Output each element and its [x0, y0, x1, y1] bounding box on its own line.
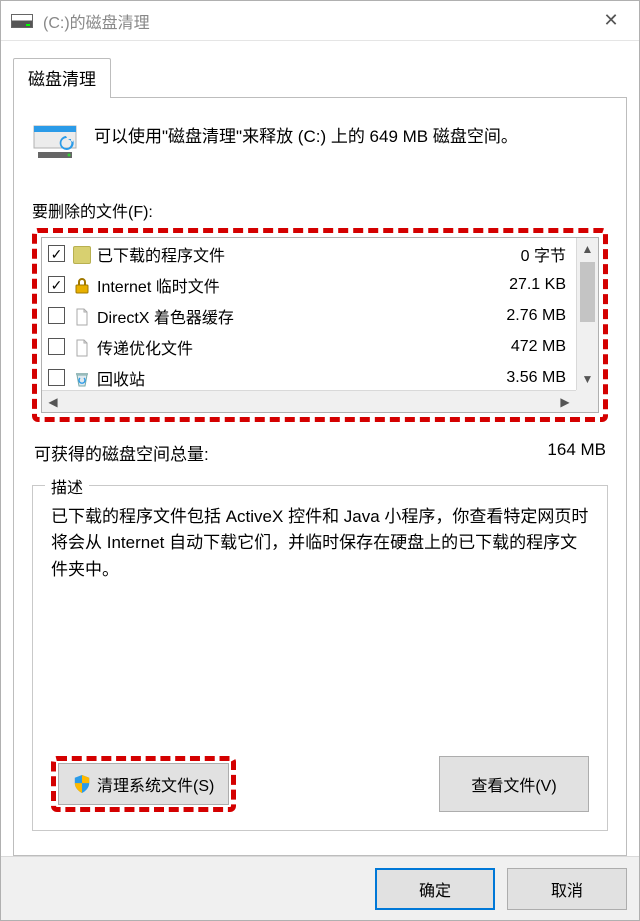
file-row[interactable]: 传递优化文件472 MB: [42, 331, 576, 362]
file-size: 2.76 MB: [476, 307, 566, 325]
cancel-button[interactable]: 取消: [507, 868, 627, 910]
file-size: 472 MB: [476, 338, 566, 356]
scroll-up-icon[interactable]: ▲: [577, 238, 598, 260]
close-button[interactable]: ✕: [583, 1, 639, 41]
description-legend: 描述: [45, 474, 89, 498]
file-checkbox[interactable]: ✓: [48, 276, 65, 293]
lock-icon: [73, 277, 91, 295]
file-row[interactable]: ✓ Internet 临时文件27.1 KB: [42, 269, 576, 300]
file-name: 传递优化文件: [73, 335, 476, 359]
total-row: 可获得的磁盘空间总量: 164 MB: [32, 436, 608, 465]
tab-strip: 磁盘清理: [13, 57, 627, 97]
intro-row: 可以使用"磁盘清理"来释放 (C:) 上的 649 MB 磁盘空间。: [32, 116, 608, 160]
recycle-bin-icon: [73, 370, 91, 388]
file-row[interactable]: DirectX 着色器缓存2.76 MB: [42, 300, 576, 331]
tab-disk-cleanup[interactable]: 磁盘清理: [13, 58, 111, 98]
clean-system-files-button[interactable]: 清理系统文件(S): [58, 763, 229, 805]
files-rows: ✓已下载的程序文件0 字节✓Internet 临时文件27.1 KBDirect…: [42, 238, 576, 390]
total-value: 164 MB: [547, 440, 606, 465]
file-checkbox[interactable]: [48, 338, 65, 355]
window-title: (C:)的磁盘清理: [43, 9, 150, 33]
clean-system-highlight: 清理系统文件(S): [51, 756, 236, 812]
total-label: 可获得的磁盘空间总量:: [34, 440, 209, 465]
file-size: 27.1 KB: [476, 276, 566, 294]
cleanup-icon: [32, 118, 80, 160]
file-name: Internet 临时文件: [73, 273, 476, 297]
scroll-thumb[interactable]: [580, 262, 595, 322]
description-groupbox: 描述 已下载的程序文件包括 ActiveX 控件和 Java 小程序，你查看特定…: [32, 485, 608, 831]
disk-cleanup-window: (C:)的磁盘清理 ✕ 磁盘清理: [0, 0, 640, 921]
file-size: 0 字节: [476, 242, 566, 266]
drive-icon: [11, 14, 33, 28]
horizontal-scrollbar[interactable]: ◀ ▶: [42, 390, 576, 412]
file-checkbox[interactable]: [48, 307, 65, 324]
description-button-row: 清理系统文件(S) 查看文件(V): [51, 756, 589, 812]
scroll-left-icon[interactable]: ◀: [42, 395, 64, 409]
scroll-down-icon[interactable]: ▼: [577, 368, 598, 390]
tab-page: 可以使用"磁盘清理"来释放 (C:) 上的 649 MB 磁盘空间。 要删除的文…: [13, 97, 627, 856]
vertical-scrollbar[interactable]: ▲ ▼: [576, 238, 598, 390]
file-icon: [73, 339, 91, 357]
dialog-footer: 确定 取消: [1, 856, 639, 920]
shield-icon: [73, 775, 91, 793]
file-icon: [73, 308, 91, 326]
file-name: DirectX 着色器缓存: [73, 304, 476, 328]
files-highlight-box: ✓已下载的程序文件0 字节✓Internet 临时文件27.1 KBDirect…: [32, 228, 608, 422]
close-icon: ✕: [603, 10, 618, 31]
folder-icon: [73, 246, 91, 264]
scroll-right-icon[interactable]: ▶: [554, 395, 576, 409]
description-text: 已下载的程序文件包括 ActiveX 控件和 Java 小程序，你查看特定网页时…: [51, 504, 589, 583]
files-to-delete-label: 要删除的文件(F):: [32, 198, 608, 222]
file-name: 已下载的程序文件: [73, 242, 476, 266]
file-name: 回收站: [73, 366, 476, 390]
file-checkbox[interactable]: [48, 369, 65, 386]
file-row[interactable]: ✓ 已下载的程序文件0 字节: [42, 238, 576, 269]
view-files-button[interactable]: 查看文件(V): [439, 756, 589, 812]
scroll-corner: [576, 390, 598, 412]
files-listview[interactable]: ✓已下载的程序文件0 字节✓Internet 临时文件27.1 KBDirect…: [41, 237, 599, 413]
titlebar: (C:)的磁盘清理 ✕: [1, 1, 639, 41]
intro-text: 可以使用"磁盘清理"来释放 (C:) 上的 649 MB 磁盘空间。: [94, 116, 518, 147]
file-size: 3.56 MB: [476, 369, 566, 387]
ok-button[interactable]: 确定: [375, 868, 495, 910]
file-row[interactable]: 回收站3.56 MB: [42, 362, 576, 390]
file-checkbox[interactable]: ✓: [48, 245, 65, 262]
client-area: 磁盘清理 可以使用"磁盘清理"来释放 (C:) 上的 649 M: [1, 41, 639, 856]
